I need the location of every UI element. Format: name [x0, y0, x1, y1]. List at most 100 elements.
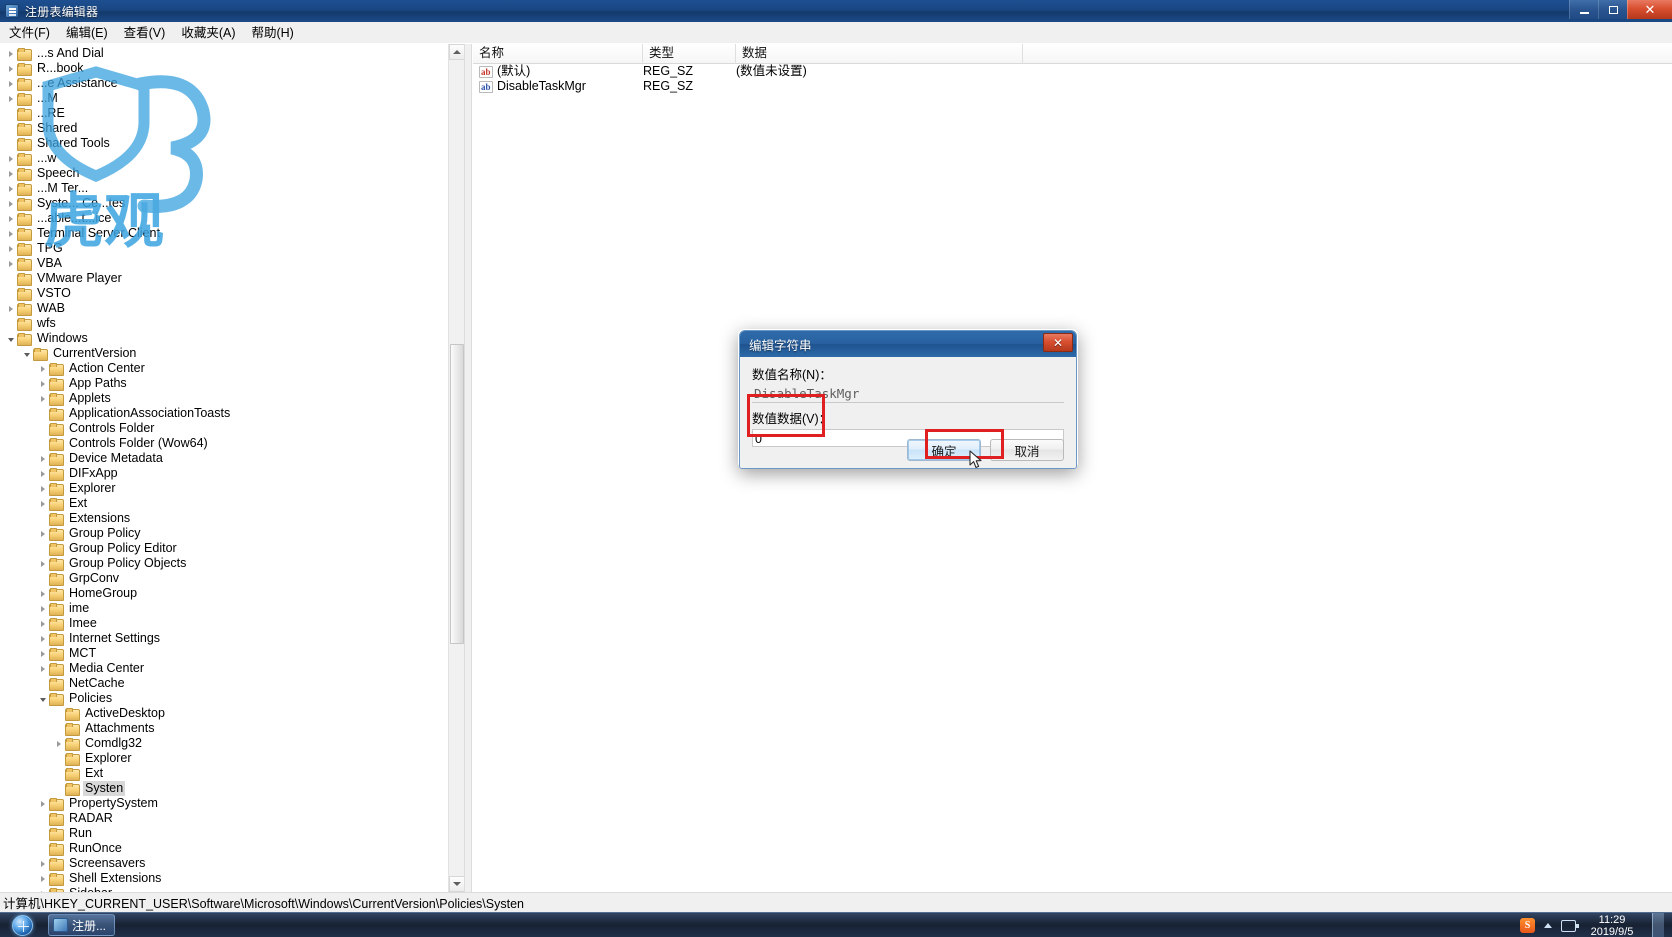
tree-item[interactable]: GrpConv	[0, 571, 464, 586]
close-button[interactable]: ✕	[1627, 0, 1672, 19]
expand-arrow-icon[interactable]	[8, 80, 13, 87]
tree-item[interactable]: WAB	[0, 301, 464, 316]
expand-arrow-icon[interactable]	[8, 215, 13, 222]
tree-twisty[interactable]	[4, 166, 17, 181]
tree-twisty[interactable]	[4, 256, 17, 271]
expand-arrow-icon[interactable]	[40, 620, 45, 627]
tree-twisty[interactable]	[36, 391, 49, 406]
tree-item[interactable]: VMware Player	[0, 271, 464, 286]
network-icon[interactable]	[1561, 919, 1579, 932]
scroll-up-button[interactable]	[449, 44, 464, 60]
tree-item[interactable]: ApplicationAssociationToasts	[0, 406, 464, 421]
expand-arrow-icon[interactable]	[40, 560, 45, 567]
expand-arrow-icon[interactable]	[40, 590, 45, 597]
expand-arrow-icon[interactable]	[8, 185, 13, 192]
tree-item[interactable]: MCT	[0, 646, 464, 661]
collapse-arrow-icon[interactable]	[23, 352, 30, 357]
tree-item[interactable]: TPG	[0, 241, 464, 256]
tree-item[interactable]: R...book	[0, 61, 464, 76]
tree-item[interactable]: ...w	[0, 151, 464, 166]
tree-item[interactable]: Media Center	[0, 661, 464, 676]
clock[interactable]: 11:29 2019/9/5	[1585, 914, 1639, 937]
expand-arrow-icon[interactable]	[8, 50, 13, 57]
ok-button[interactable]: 确定	[907, 439, 981, 461]
expand-arrow-icon[interactable]	[8, 155, 13, 162]
menu-edit[interactable]: 编辑(E)	[59, 23, 115, 43]
tree-item[interactable]: DIFxApp	[0, 466, 464, 481]
table-row[interactable]: ab (默认) REG_SZ (数值未设置)	[473, 64, 1672, 79]
tree-twisty[interactable]	[36, 361, 49, 376]
tree-item[interactable]: wfs	[0, 316, 464, 331]
column-header-name[interactable]: 名称	[473, 44, 643, 64]
expand-arrow-icon[interactable]	[56, 740, 61, 747]
expand-arrow-icon[interactable]	[8, 95, 13, 102]
tree-item[interactable]: RunOnce	[0, 841, 464, 856]
tree-item[interactable]: Attachments	[0, 721, 464, 736]
taskbar-item-regedit[interactable]: 注册...	[48, 914, 116, 936]
tree-twisty[interactable]	[4, 46, 17, 61]
tree-twisty[interactable]	[36, 646, 49, 661]
tree-item[interactable]: ...M	[0, 91, 464, 106]
tree-item[interactable]: Run	[0, 826, 464, 841]
tree-item[interactable]: Imee	[0, 616, 464, 631]
tree-item[interactable]: ...s And Dial	[0, 46, 464, 61]
registry-tree[interactable]: ...s And Dial R...book ...e Assistance ...M…	[0, 44, 464, 892]
tree-item[interactable]: Device Metadata	[0, 451, 464, 466]
start-button[interactable]	[2, 914, 42, 937]
menu-file[interactable]: 文件(F)	[2, 23, 57, 43]
minimize-button[interactable]	[1569, 0, 1598, 19]
expand-arrow-icon[interactable]	[40, 500, 45, 507]
tree-item[interactable]: Controls Folder (Wow64)	[0, 436, 464, 451]
expand-arrow-icon[interactable]	[8, 305, 13, 312]
tree-twisty[interactable]	[36, 526, 49, 541]
tree-item[interactable]: Internet Settings	[0, 631, 464, 646]
tree-item[interactable]: ime	[0, 601, 464, 616]
tree-twisty[interactable]	[36, 451, 49, 466]
tree-item[interactable]: Group Policy Editor	[0, 541, 464, 556]
tree-item[interactable]: Speech	[0, 166, 464, 181]
tree-item[interactable]: Shell Extensions	[0, 871, 464, 886]
tree-twisty[interactable]	[36, 631, 49, 646]
tree-twisty[interactable]	[36, 481, 49, 496]
tree-item[interactable]: ...RE	[0, 106, 464, 121]
tree-twisty[interactable]	[36, 856, 49, 871]
tree-item[interactable]: Windows	[0, 331, 464, 346]
expand-arrow-icon[interactable]	[40, 485, 45, 492]
collapse-arrow-icon[interactable]	[7, 337, 14, 342]
expand-arrow-icon[interactable]	[8, 200, 13, 207]
tree-item[interactable]: Action Center	[0, 361, 464, 376]
tree-twisty[interactable]	[36, 871, 49, 886]
tree-twisty[interactable]	[4, 91, 17, 106]
tree-item[interactable]: Ext	[0, 766, 464, 781]
expand-arrow-icon[interactable]	[40, 365, 45, 372]
tree-twisty[interactable]	[4, 331, 17, 346]
tree-item[interactable]: VSTO	[0, 286, 464, 301]
tree-item[interactable]: Controls Folder	[0, 421, 464, 436]
tree-item[interactable]: Applets	[0, 391, 464, 406]
expand-arrow-icon[interactable]	[40, 665, 45, 672]
tree-item[interactable]: Group Policy	[0, 526, 464, 541]
tree-twisty[interactable]	[4, 76, 17, 91]
tree-item[interactable]: App Paths	[0, 376, 464, 391]
tree-item[interactable]: Extensions	[0, 511, 464, 526]
tree-twisty[interactable]	[4, 61, 17, 76]
scroll-down-button[interactable]	[449, 876, 464, 892]
column-header-data[interactable]: 数据	[736, 44, 1023, 64]
tree-item[interactable]: ...able...t...ice	[0, 211, 464, 226]
tree-item[interactable]: ActiveDesktop	[0, 706, 464, 721]
tree-twisty[interactable]	[4, 181, 17, 196]
tree-twisty[interactable]	[4, 241, 17, 256]
tree-twisty[interactable]	[20, 346, 33, 361]
tree-item[interactable]: CurrentVersion	[0, 346, 464, 361]
tree-item[interactable]: Systen	[0, 781, 464, 796]
expand-arrow-icon[interactable]	[40, 605, 45, 612]
tree-item[interactable]: NetCache	[0, 676, 464, 691]
tree-twisty[interactable]	[36, 556, 49, 571]
sogou-ime-icon[interactable]: S	[1520, 918, 1535, 933]
column-header-type[interactable]: 类型	[643, 44, 736, 64]
tree-twisty[interactable]	[4, 211, 17, 226]
dialog-titlebar[interactable]: 编辑字符串 ✕	[740, 331, 1076, 357]
dialog-close-button[interactable]: ✕	[1043, 333, 1073, 352]
registry-tree-pane[interactable]: ...s And Dial R...book ...e Assistance ...M…	[0, 44, 464, 892]
expand-arrow-icon[interactable]	[40, 650, 45, 657]
